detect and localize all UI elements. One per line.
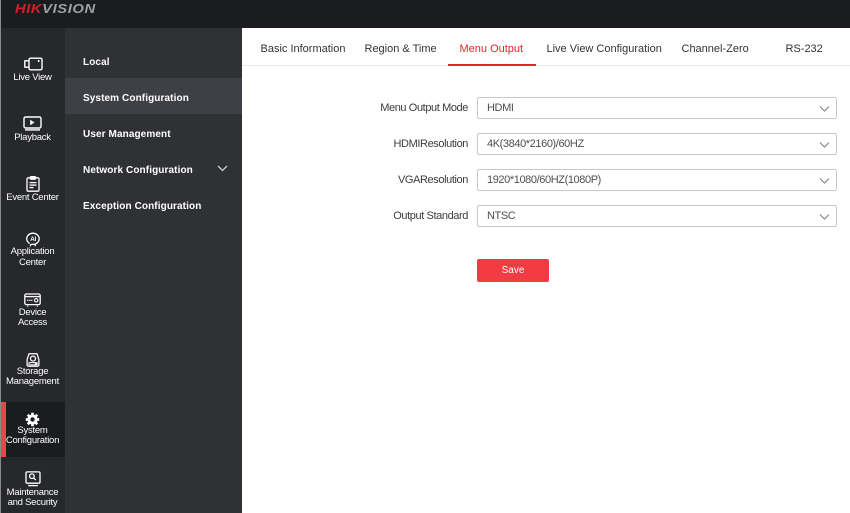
svg-text:AI: AI: [30, 236, 36, 243]
